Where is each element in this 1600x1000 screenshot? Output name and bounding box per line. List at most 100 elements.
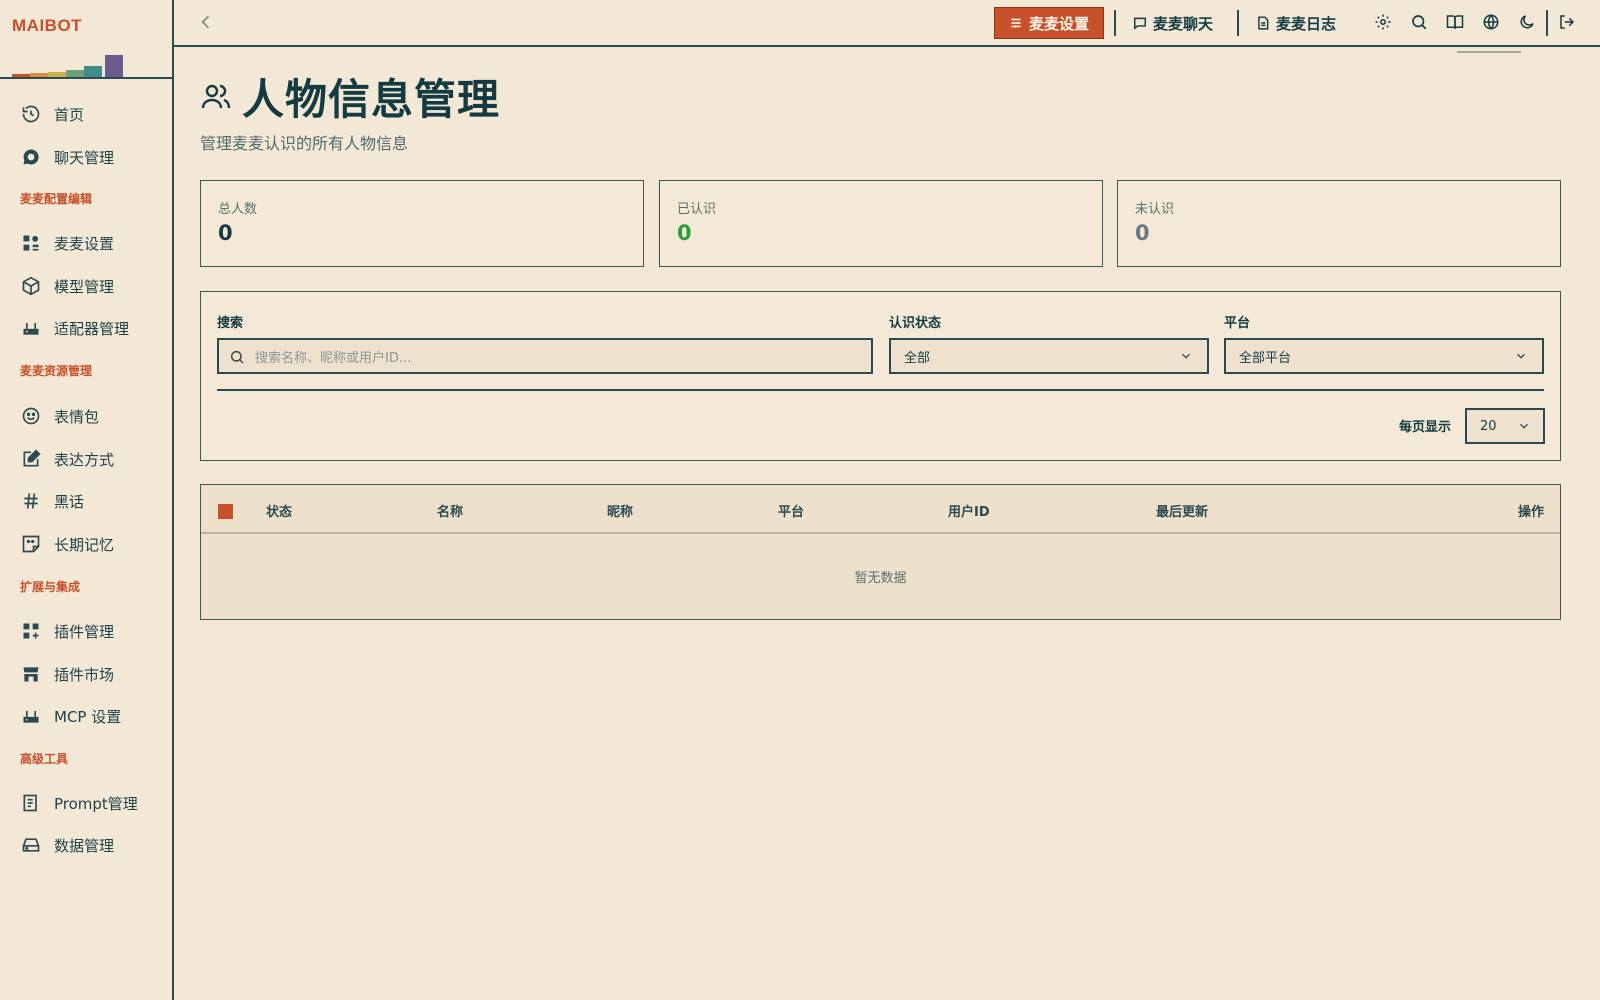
chevron-down-icon: [1517, 419, 1531, 433]
router-icon: [20, 705, 42, 727]
stat-card-total: 总人数 0: [200, 180, 644, 267]
logo[interactable]: MAIBOT: [12, 16, 162, 78]
store-icon: [20, 663, 42, 685]
gear-icon[interactable]: [1373, 12, 1393, 32]
section-resources: 麦麦资源管理: [20, 364, 93, 378]
search-label: 搜索: [217, 316, 244, 331]
section-extensions: 扩展与集成: [20, 580, 81, 594]
clipboard-list-icon: [20, 792, 42, 814]
hard-drive-icon: [20, 834, 42, 856]
file-text-icon: [1256, 16, 1270, 30]
status-select-value: 全部: [904, 350, 931, 366]
sidebar-item-plugin-market[interactable]: 插件市场: [20, 660, 114, 688]
topbar: 麦麦设置 麦麦聊天 麦麦日志: [174, 0, 1600, 47]
search-icon: [229, 349, 245, 365]
chevron-down-icon: [1514, 349, 1528, 363]
search-icon[interactable]: [1409, 12, 1429, 32]
router-icon: [20, 317, 42, 339]
sidebar-item-slang[interactable]: 黑话: [20, 487, 84, 515]
column-header-platform[interactable]: 平台: [778, 501, 804, 520]
top-button-label: 麦麦日志: [1276, 14, 1337, 33]
stat-label: 已认识: [677, 202, 717, 217]
sidebar-item-chat[interactable]: 聊天管理: [20, 143, 114, 171]
sidebar-item-emoji[interactable]: 表情包: [20, 402, 99, 430]
platform-select-value: 全部平台: [1239, 350, 1292, 366]
sidebar-item-label: MCP 设置: [54, 707, 122, 726]
top-button-label: 麦麦聊天: [1153, 14, 1214, 33]
sidebar-item-adapters[interactable]: 适配器管理: [20, 314, 129, 342]
moon-icon[interactable]: [1517, 12, 1537, 32]
per-page-label: 每页显示: [1399, 420, 1452, 435]
persons-table: 状态 名称 昵称 平台 用户ID 最后更新 操作 暂无数据: [200, 484, 1561, 620]
book-icon[interactable]: [1445, 12, 1465, 32]
column-header-user-id[interactable]: 用户ID: [948, 501, 990, 520]
search-input[interactable]: 搜索名称、昵称或用户ID...: [217, 338, 873, 374]
filter-divider: [217, 389, 1544, 391]
sliders-icon: [1009, 16, 1023, 30]
sidebar-item-label: 麦麦设置: [54, 234, 115, 253]
per-page-select[interactable]: 20: [1465, 408, 1545, 444]
sidebar-item-expressions[interactable]: 表达方式: [20, 445, 114, 473]
section-advanced: 高级工具: [20, 752, 69, 766]
filter-panel: 搜索 搜索名称、昵称或用户ID... 认识状态 全部 平台 全部平台 每页显示 …: [200, 291, 1561, 461]
platform-select[interactable]: 全部平台: [1224, 338, 1544, 374]
top-maimai-settings-button[interactable]: 麦麦设置: [994, 7, 1105, 39]
sidebar-divider: [0, 77, 174, 79]
page-header: 人物信息管理: [200, 66, 500, 127]
sidebar-item-label: 插件市场: [54, 665, 115, 684]
stat-value: 0: [677, 221, 692, 245]
stat-label: 总人数: [218, 202, 258, 217]
users-icon: [200, 81, 232, 113]
collapse-sidebar-button[interactable]: [196, 12, 216, 32]
grid-plus-icon: [20, 620, 42, 642]
sidebar-item-plugins[interactable]: 插件管理: [20, 617, 114, 645]
topbar-indicator: [1457, 51, 1521, 53]
search-placeholder: 搜索名称、昵称或用户ID...: [255, 350, 412, 366]
select-all-checkbox[interactable]: [218, 504, 233, 519]
section-config: 麦麦配置编辑: [20, 192, 93, 206]
top-button-label: 麦麦设置: [1029, 14, 1090, 33]
top-maimai-chat-button[interactable]: 麦麦聊天: [1119, 7, 1227, 39]
sidebar: MAIBOT 首页 聊天管理 麦麦配置编辑 麦麦设置 模型管理 适配器管理 麦麦…: [0, 0, 174, 1000]
stat-label: 未认识: [1135, 202, 1175, 217]
page-title: 人物信息管理: [242, 75, 501, 124]
sidebar-item-label: 数据管理: [54, 836, 115, 855]
stat-card-unknown: 未认识 0: [1117, 180, 1561, 267]
column-header-nickname[interactable]: 昵称: [607, 501, 633, 520]
cube-icon: [20, 275, 42, 297]
sidebar-item-home[interactable]: 首页: [20, 100, 84, 128]
sticky-note-icon: [20, 533, 42, 555]
hash-icon: [20, 490, 42, 512]
logout-icon[interactable]: [1557, 12, 1577, 32]
chevron-down-icon: [1179, 349, 1193, 363]
topbar-divider: [1546, 10, 1548, 36]
sidebar-item-memory[interactable]: 长期记忆: [20, 530, 114, 558]
column-header-status[interactable]: 状态: [266, 501, 292, 520]
column-header-last-updated[interactable]: 最后更新: [1156, 501, 1208, 520]
sidebar-item-label: 首页: [54, 105, 85, 124]
shapes-icon: [20, 232, 42, 254]
edit-square-icon: [20, 448, 42, 470]
sidebar-item-prompt[interactable]: Prompt管理: [20, 789, 138, 817]
sidebar-item-data[interactable]: 数据管理: [20, 831, 114, 859]
message-square-icon: [1133, 16, 1147, 30]
stat-value: 0: [218, 221, 233, 245]
page-subtitle: 管理麦麦认识的所有人物信息: [200, 134, 409, 153]
logo-bars: [12, 48, 127, 78]
platform-label: 平台: [1224, 316, 1251, 331]
status-select[interactable]: 全部: [889, 338, 1209, 374]
stat-card-known: 已认识 0: [659, 180, 1103, 267]
globe-icon[interactable]: [1481, 12, 1501, 32]
sidebar-item-label: 插件管理: [54, 622, 115, 641]
sidebar-item-label: 适配器管理: [54, 319, 130, 338]
top-maimai-logs-button[interactable]: 麦麦日志: [1242, 7, 1350, 39]
home-history-icon: [20, 103, 42, 125]
sidebar-item-models[interactable]: 模型管理: [20, 272, 114, 300]
sidebar-item-label: 聊天管理: [54, 148, 115, 167]
sidebar-item-mcp[interactable]: MCP 设置: [20, 702, 121, 730]
chevron-left-icon: [201, 15, 210, 29]
chat-bubble-icon: [20, 146, 42, 168]
sidebar-item-maimai-settings[interactable]: 麦麦设置: [20, 229, 114, 257]
sidebar-item-label: 表情包: [54, 407, 100, 426]
column-header-name[interactable]: 名称: [437, 501, 463, 520]
